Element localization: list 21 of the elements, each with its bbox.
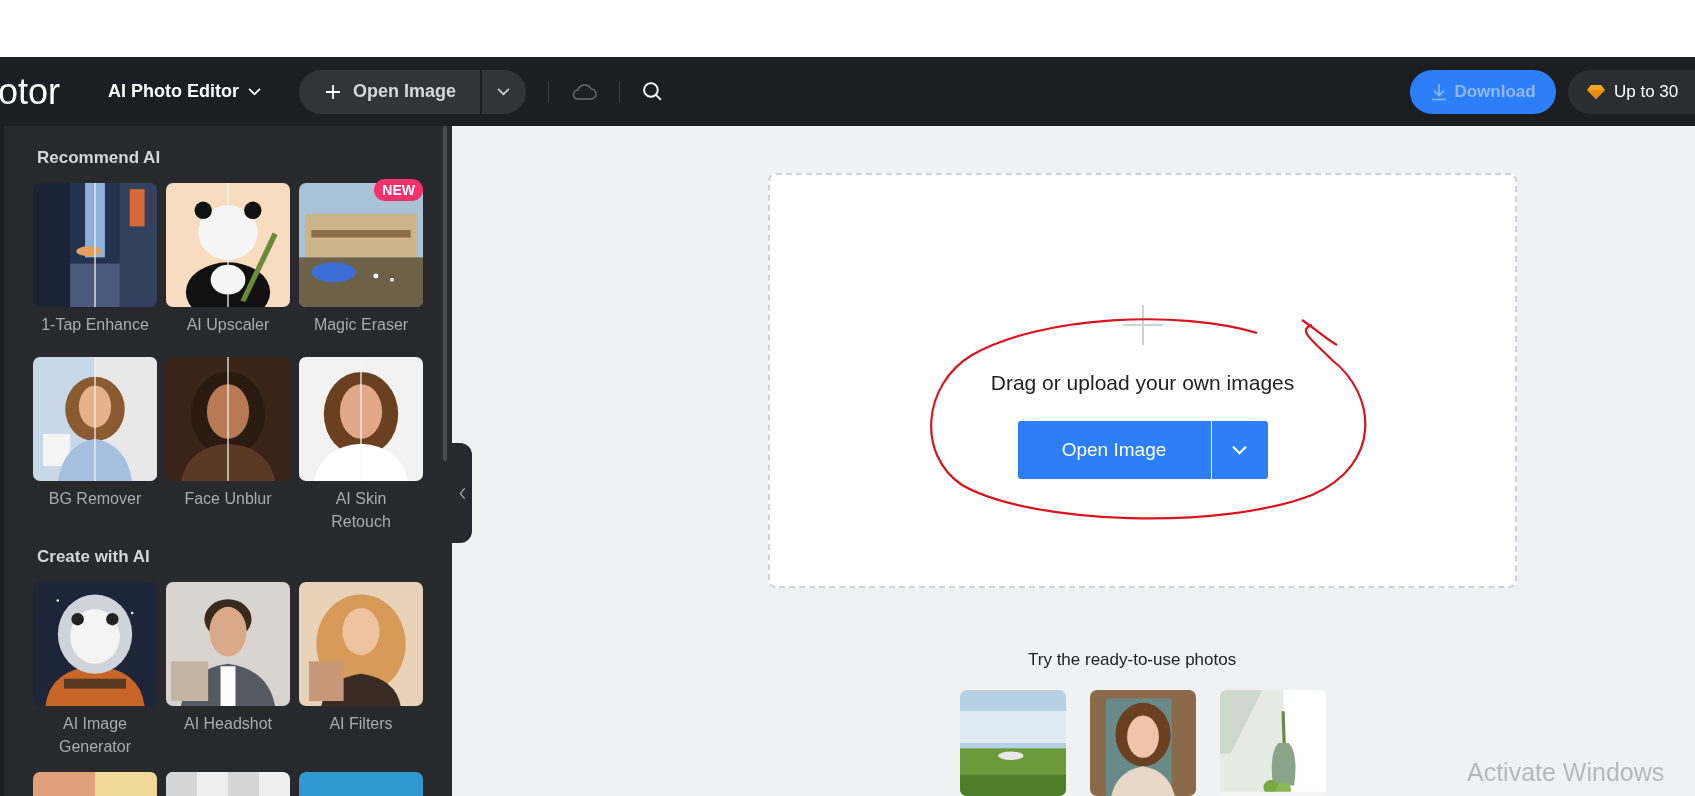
upgrade-button[interactable]: Up to 30 — [1568, 69, 1695, 114]
tool-label[interactable]: AI Skin Retouch — [306, 487, 416, 533]
section-title: Create with AI — [37, 547, 151, 567]
tool-label[interactable]: Magic Eraser — [313, 313, 409, 336]
samples-title: Try the ready-to-use photos — [1028, 650, 1238, 670]
logo-text: otor — [0, 70, 62, 113]
tool-label[interactable]: AI Headshot — [183, 712, 273, 735]
tool-label[interactable]: AI Upscaler — [186, 313, 270, 336]
open-image-button[interactable]: Open Image — [299, 69, 480, 114]
tool-label[interactable]: Face Unblur — [184, 487, 272, 510]
tool-label[interactable]: AI Image Generator — [40, 712, 150, 758]
open-image-button[interactable]: Open Image — [1017, 421, 1211, 479]
section-title: Recommend AI — [37, 148, 162, 168]
drop-zone[interactable]: Drag or upload your own images Open Image — [768, 173, 1517, 588]
tool-label[interactable]: BG Remover — [48, 487, 142, 510]
upload-prompt: Drag or upload your own images — [990, 371, 1295, 395]
tool-label[interactable]: AI Filters — [329, 712, 393, 735]
tool-label[interactable]: 1-Tap Enhance — [41, 313, 149, 336]
new-badge: NEW — [374, 179, 423, 201]
editor-menu[interactable]: AI Photo Editor — [108, 81, 261, 102]
activation-watermark-text: Activate Windows — [1467, 758, 1665, 787]
